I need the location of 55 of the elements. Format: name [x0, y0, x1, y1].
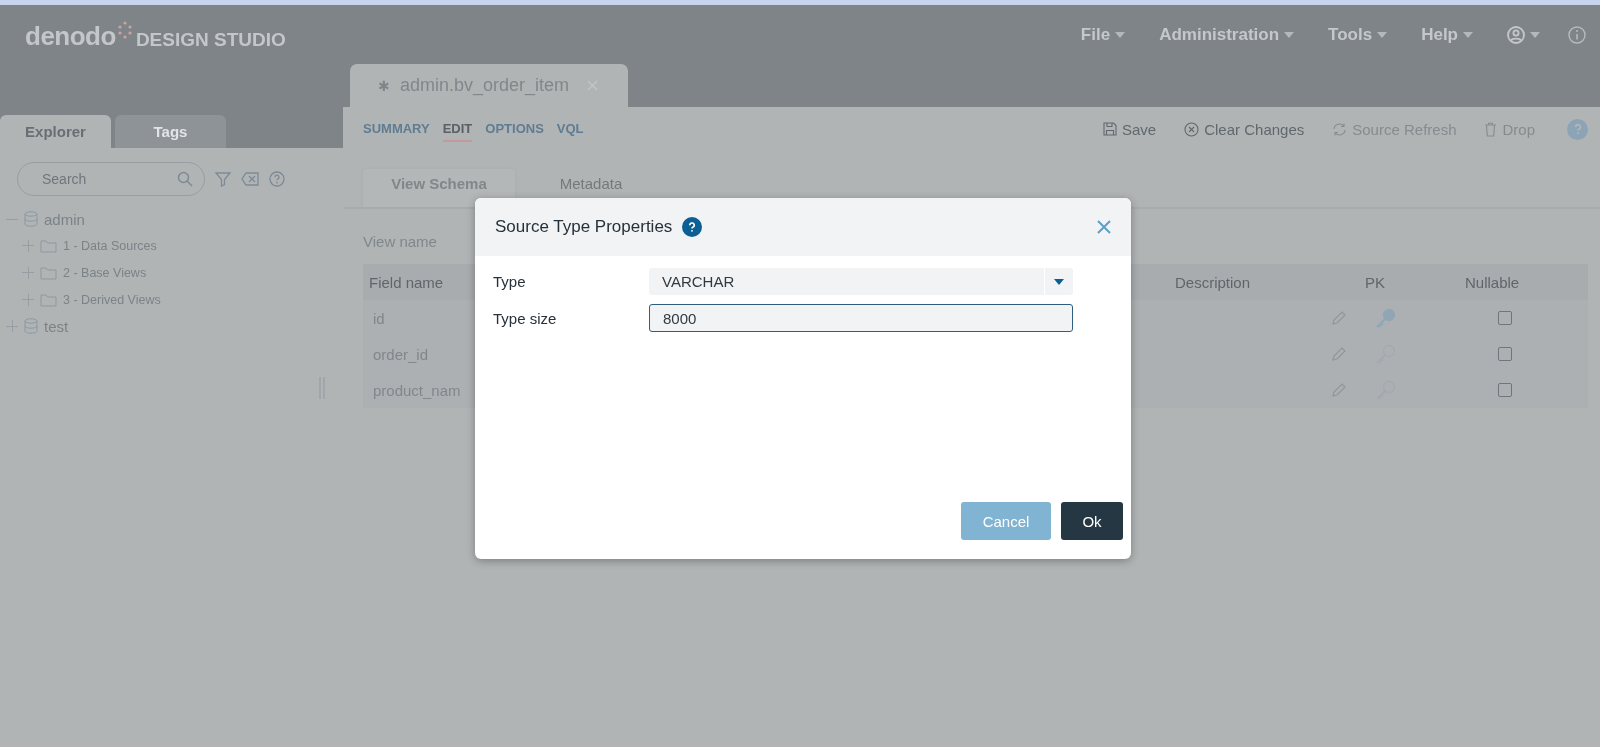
menu-item[interactable]: Administration: [1159, 24, 1295, 45]
subtab[interactable]: VQL: [556, 116, 584, 142]
toolbar-action[interactable]: Save: [1103, 120, 1157, 138]
close-circle-icon: [1184, 121, 1200, 137]
trash-icon: [1484, 121, 1498, 137]
checkbox[interactable]: [1498, 347, 1512, 361]
info-icon[interactable]: [1568, 25, 1586, 44]
dialog-title: Source Type Properties: [495, 217, 673, 237]
expander-icon[interactable]: [22, 293, 34, 306]
field-label: Type size: [493, 309, 558, 327]
logo-dots-icon: [117, 21, 132, 39]
subtab[interactable]: EDIT: [442, 116, 473, 142]
input-field[interactable]: 8000: [649, 304, 1073, 332]
help-icon[interactable]: [682, 217, 703, 237]
column-header: PK: [1364, 272, 1386, 293]
menu-item[interactable]: Help: [1421, 24, 1473, 45]
user-menu[interactable]: [1507, 25, 1540, 44]
field-label: Type: [493, 273, 527, 290]
edit-icon[interactable]: [1331, 382, 1347, 398]
checkbox[interactable]: [1498, 383, 1512, 397]
column-header: Description: [1174, 272, 1252, 293]
dialog-button[interactable]: Ok: [1061, 502, 1123, 540]
close-icon[interactable]: [1097, 220, 1111, 234]
type-dropdown[interactable]: VARCHAR: [649, 268, 1073, 295]
menu-item[interactable]: File: [1080, 24, 1126, 45]
refresh-icon: [1332, 121, 1348, 137]
expander-icon[interactable]: [6, 320, 18, 332]
sidebar-tab[interactable]: Tags: [115, 115, 226, 148]
database-icon: [24, 318, 38, 334]
expander-icon[interactable]: [22, 266, 34, 279]
subtab[interactable]: OPTIONS: [485, 116, 544, 142]
column-header: Nullable: [1464, 272, 1521, 293]
modified-icon: ✱: [378, 77, 390, 94]
folder-icon: [40, 238, 57, 253]
expander-icon[interactable]: [22, 239, 34, 252]
database-icon: [24, 211, 38, 227]
sidebar-tab[interactable]: Explorer: [0, 115, 111, 148]
edit-icon[interactable]: [1331, 310, 1347, 326]
dialog-button[interactable]: Cancel: [961, 502, 1051, 540]
product-name: DESIGN STUDIO: [135, 29, 286, 51]
key-icon[interactable]: [1375, 308, 1397, 328]
folder-icon: [40, 292, 57, 307]
save-icon: [1103, 122, 1117, 136]
filter-icon[interactable]: [215, 171, 231, 187]
menu-item[interactable]: Tools: [1328, 24, 1388, 45]
search-field[interactable]: Search: [17, 162, 205, 196]
folder-icon: [40, 265, 57, 280]
search-icon: [177, 171, 193, 187]
logo-text: denodo: [25, 21, 116, 52]
clear-icon[interactable]: [241, 172, 259, 186]
checkbox[interactable]: [1498, 311, 1512, 325]
subtab[interactable]: SUMMARY: [363, 116, 430, 142]
edit-icon[interactable]: [1331, 346, 1347, 362]
toolbar-action[interactable]: Clear Changes: [1184, 120, 1305, 138]
column-header: Field name: [368, 272, 445, 293]
